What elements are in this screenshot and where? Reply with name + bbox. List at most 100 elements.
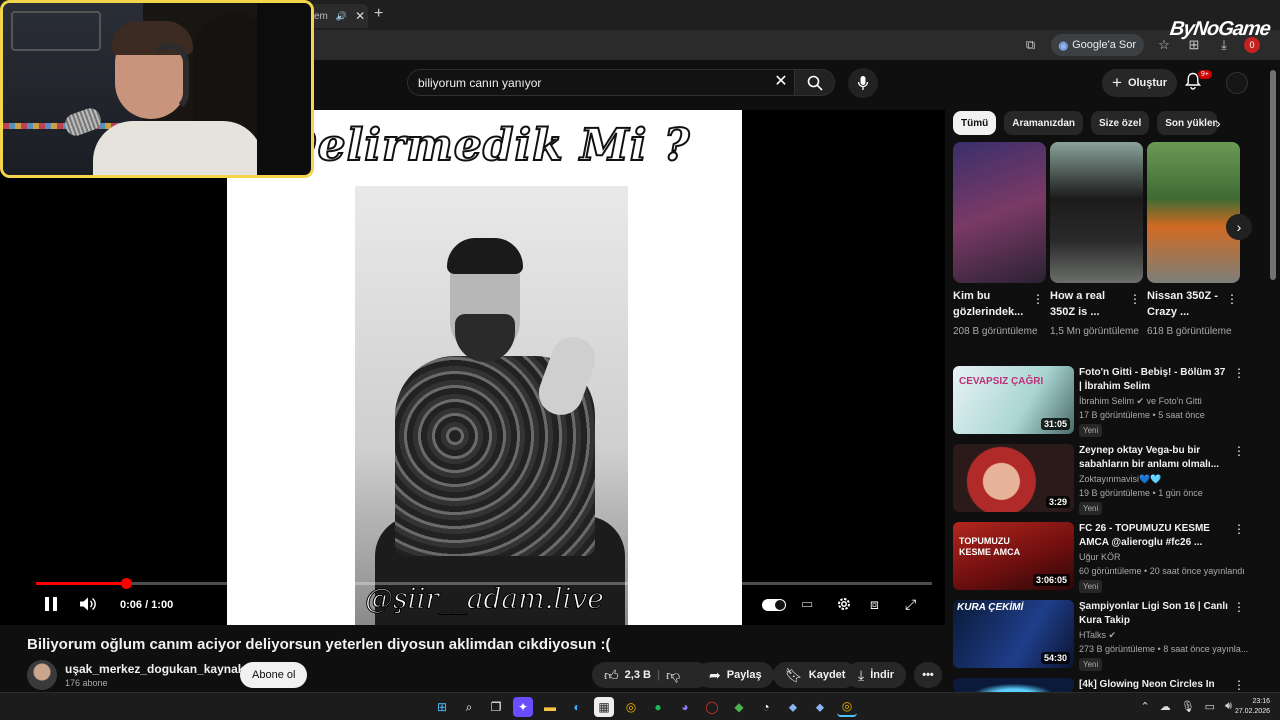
like-count[interactable]: 2,3 B bbox=[625, 669, 651, 681]
app-icon[interactable]: ⬥ bbox=[783, 697, 803, 717]
app-icon[interactable]: ⬥ bbox=[810, 697, 830, 717]
voice-search-button[interactable] bbox=[848, 68, 878, 98]
tray-cloud-icon[interactable]: ☁ bbox=[1160, 700, 1171, 713]
video-channel[interactable]: Uğur KÖR bbox=[1079, 552, 1121, 562]
taskbar-search-icon[interactable]: ⌕ bbox=[459, 697, 479, 717]
short-title[interactable]: How a real 350Z is ... bbox=[1050, 288, 1130, 320]
miniplayer-icon[interactable]: ⧈ bbox=[870, 596, 879, 613]
taskbar-clock[interactable]: 23:16 27.02.2026 bbox=[1235, 697, 1270, 717]
like-icon[interactable]: 👍︎ bbox=[604, 667, 619, 684]
tray-network-icon[interactable]: ▭ bbox=[1205, 700, 1215, 713]
recommended-video[interactable]: [4k] Glowing Neon Circles In ⋮ bbox=[953, 678, 1245, 692]
file-explorer-icon[interactable]: ▬ bbox=[540, 697, 560, 717]
short-thumbnail[interactable] bbox=[953, 142, 1046, 283]
chip-all[interactable]: Tümü bbox=[953, 111, 997, 135]
shorts-next-button[interactable]: › bbox=[1226, 214, 1252, 240]
settings-gear-icon[interactable] bbox=[836, 596, 852, 612]
video-title[interactable]: Foto'n Gitti - Bebiş! - Bölüm 37 | İbrah… bbox=[1079, 366, 1229, 394]
tray-volume-icon[interactable]: 🔊︎ bbox=[1225, 700, 1232, 713]
short-title[interactable]: Nissan 350Z - Crazy ... bbox=[1147, 288, 1227, 320]
discord-icon[interactable]: ◕ bbox=[675, 697, 695, 717]
short-title[interactable]: Kim bu gözlerindek... bbox=[953, 288, 1033, 320]
save-button[interactable]: 🔖︎ Kaydet bbox=[773, 662, 858, 688]
channel-name[interactable]: uşak_merkez_dogukan_kaynak bbox=[65, 662, 244, 676]
store-icon[interactable]: ▦ bbox=[594, 697, 614, 717]
chip-for-you[interactable]: Size özel bbox=[1091, 111, 1150, 135]
video-thumbnail[interactable]: CEVAPSIZ ÇAĞRI 31:05 bbox=[953, 366, 1074, 434]
short-item[interactable]: Kim bu gözlerindek... ⋮ 208 B görüntülem… bbox=[953, 142, 1046, 337]
search-box[interactable] bbox=[407, 69, 795, 96]
short-thumbnail[interactable] bbox=[1147, 142, 1240, 283]
recommended-video[interactable]: 3:29 Zeynep oktay Vega-bu bir sabahların… bbox=[953, 444, 1245, 515]
video-channel[interactable]: HTalks ✔ bbox=[1079, 630, 1116, 641]
autoplay-toggle[interactable] bbox=[762, 599, 786, 611]
video-title[interactable]: FC 26 - TOPUMUZU KESME AMCA @alieroglu #… bbox=[1079, 522, 1229, 550]
video-frame[interactable]: Delirmedik Mi ? @şiir__adam.live bbox=[227, 110, 742, 625]
copilot-icon[interactable]: ✦ bbox=[513, 697, 533, 717]
short-item[interactable]: How a real 350Z is ... ⋮ 1,5 Mn görüntül… bbox=[1050, 142, 1143, 337]
video-thumbnail[interactable] bbox=[953, 678, 1074, 692]
video-channel[interactable]: İbrahim Selim ✔ ve Foto'n Gitti bbox=[1079, 396, 1202, 407]
more-vert-icon[interactable]: ⋮ bbox=[1032, 292, 1044, 306]
chrome-icon[interactable]: ◎ bbox=[621, 697, 641, 717]
video-title[interactable]: Zeynep oktay Vega-bu bir sabahların bir … bbox=[1079, 444, 1229, 472]
short-thumbnail[interactable] bbox=[1050, 142, 1143, 283]
search-button[interactable] bbox=[795, 69, 835, 96]
more-vert-icon[interactable]: ⋮ bbox=[1233, 522, 1245, 536]
app-icon[interactable]: ◆ bbox=[729, 697, 749, 717]
progress-bar[interactable] bbox=[36, 578, 932, 589]
video-player[interactable]: Delirmedik Mi ? @şiir__adam.live 0:06 / … bbox=[0, 110, 945, 625]
chrome-active-icon[interactable]: ◎ bbox=[837, 697, 857, 717]
tray-chevron-icon[interactable]: ⌃ bbox=[1140, 700, 1149, 713]
share-button[interactable]: ➦ Paylaş bbox=[697, 662, 774, 688]
short-views: 618 B görüntüleme bbox=[1147, 326, 1232, 337]
cast-icon[interactable]: ⧉ bbox=[1021, 37, 1041, 53]
chip-recently-uploaded[interactable]: Son yüklenenler bbox=[1157, 111, 1218, 135]
edge-icon[interactable]: ◐ bbox=[567, 697, 587, 717]
search-input[interactable] bbox=[418, 75, 758, 90]
more-vert-icon[interactable]: ⋮ bbox=[1233, 678, 1245, 692]
share-icon: ➦ bbox=[709, 666, 721, 683]
more-vert-icon[interactable]: ⋮ bbox=[1233, 600, 1245, 614]
more-vert-icon[interactable]: ⋮ bbox=[1129, 292, 1141, 306]
create-button[interactable]: + Oluştur bbox=[1102, 69, 1178, 97]
video-channel[interactable]: Zoktayınmavisi💙🩵 bbox=[1079, 474, 1161, 485]
download-button[interactable]: ⤓ İndir bbox=[846, 662, 907, 688]
video-title[interactable]: Şampiyonlar Ligi Son 16 | Canlı Kura Tak… bbox=[1079, 600, 1229, 628]
opera-icon[interactable]: ◯ bbox=[702, 697, 722, 717]
recommended-video[interactable]: KURA ÇEKİMİ 54:30 Şampiyonlar Ligi Son 1… bbox=[953, 600, 1248, 671]
more-actions-button[interactable]: ••• bbox=[914, 662, 942, 688]
recommended-video[interactable]: CEVAPSIZ ÇAĞRI 31:05 Foto'n Gitti - Bebi… bbox=[953, 366, 1245, 437]
pause-icon[interactable] bbox=[44, 596, 58, 612]
video-title[interactable]: [4k] Glowing Neon Circles In bbox=[1079, 678, 1229, 692]
account-avatar[interactable] bbox=[1226, 72, 1248, 94]
progress-scrubber[interactable] bbox=[120, 578, 132, 589]
spotify-icon[interactable]: ● bbox=[648, 697, 668, 717]
more-vert-icon[interactable]: ⋮ bbox=[1233, 366, 1245, 380]
new-tab-icon[interactable]: + bbox=[374, 5, 383, 23]
close-tab-icon[interactable]: ✕ bbox=[355, 9, 365, 23]
speaker-icon[interactable]: 🔊 bbox=[336, 11, 347, 22]
google-ask-button[interactable]: ◉ Google'a Sor bbox=[1050, 34, 1144, 56]
tray-mic-icon[interactable]: 🎙︎ bbox=[1181, 700, 1195, 713]
task-view-icon[interactable]: ❐ bbox=[486, 697, 506, 717]
channel-avatar[interactable] bbox=[27, 660, 57, 690]
dislike-icon[interactable]: 👎︎ bbox=[666, 667, 680, 684]
chevron-right-icon[interactable]: › bbox=[1216, 115, 1221, 131]
video-thumbnail[interactable]: 3:29 bbox=[953, 444, 1074, 512]
subtitles-icon[interactable]: ▭ bbox=[801, 596, 813, 612]
chip-from-search[interactable]: Aramanızdan bbox=[1004, 111, 1084, 135]
steam-icon[interactable]: ◔ bbox=[756, 697, 776, 717]
volume-icon[interactable] bbox=[79, 596, 97, 612]
recommended-video[interactable]: TOPUMUZU KESME AMCA 3:06:05 FC 26 - TOPU… bbox=[953, 522, 1245, 593]
video-thumbnail[interactable]: KURA ÇEKİMİ 54:30 bbox=[953, 600, 1074, 668]
short-item[interactable]: Nissan 350Z - Crazy ... ⋮ 618 B görüntül… bbox=[1147, 142, 1240, 337]
clear-search-icon[interactable]: ✕ bbox=[770, 71, 792, 93]
more-vert-icon[interactable]: ⋮ bbox=[1226, 292, 1238, 306]
fullscreen-icon[interactable]: ⤢ bbox=[905, 596, 916, 613]
subscribe-button[interactable]: Abone ol bbox=[240, 662, 308, 688]
windows-start-icon[interactable]: ⊞ bbox=[432, 697, 452, 717]
page-scrollbar[interactable] bbox=[1270, 70, 1276, 280]
video-thumbnail[interactable]: TOPUMUZU KESME AMCA 3:06:05 bbox=[953, 522, 1074, 590]
more-vert-icon[interactable]: ⋮ bbox=[1233, 444, 1245, 458]
